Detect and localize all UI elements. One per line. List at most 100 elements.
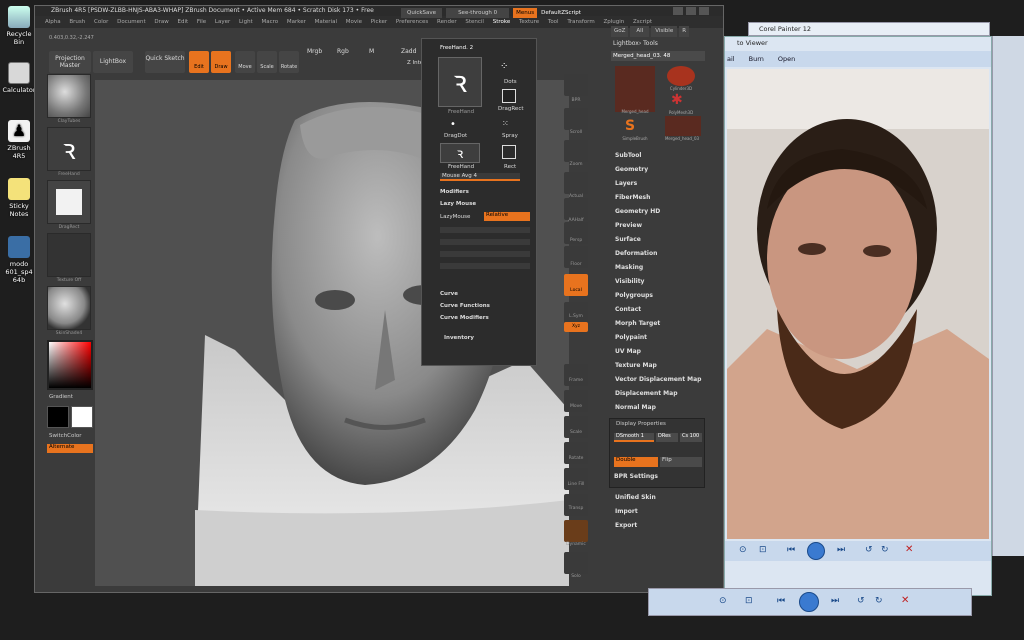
dragrect-stroke-icon[interactable]	[502, 89, 516, 103]
scroll-button[interactable]	[564, 108, 588, 130]
menu-item[interactable]: Color	[94, 19, 108, 25]
menu-item[interactable]: Zplugin	[603, 19, 624, 25]
m-button[interactable]: M	[369, 48, 374, 55]
quick-sketch-button[interactable]: Quick Sketch	[145, 51, 185, 73]
minimize-button[interactable]	[673, 7, 683, 15]
desktop-icon-zbrush[interactable]: ♟ ZBrush 4R5	[2, 120, 36, 160]
menu-item[interactable]: Stroke	[493, 19, 511, 25]
freehand-stroke-thumb[interactable]: ꝛ	[438, 57, 482, 107]
menu-item[interactable]: Marker	[287, 19, 306, 25]
projection-master-button[interactable]: Projection Master	[49, 51, 91, 73]
desktop-icon-sticky-notes[interactable]: Sticky Notes	[2, 178, 36, 218]
tool-section-subtool[interactable]: SubTool	[615, 152, 641, 159]
curve-modifiers-section[interactable]: Curve Modifiers	[440, 315, 489, 321]
delete-icon[interactable]: ✕	[901, 595, 909, 606]
menu-item[interactable]: Render	[437, 19, 457, 25]
dynamic-button[interactable]	[564, 520, 588, 542]
main-color-swatch[interactable]	[47, 406, 69, 428]
tool-section-geometry[interactable]: Geometry	[615, 166, 648, 173]
menu-item[interactable]: Preferences	[396, 19, 428, 25]
double-toggle[interactable]: Double	[614, 457, 658, 467]
draw-button[interactable]: Draw	[211, 51, 231, 73]
tool-section-geometry-hd[interactable]: Geometry HD	[615, 208, 660, 215]
tool-section-displacement-map[interactable]: Displacement Map	[615, 390, 678, 397]
transp-button[interactable]	[564, 494, 588, 516]
tool-thumb-merged-head-03[interactable]	[665, 116, 701, 136]
dots-stroke-icon[interactable]: ⁘	[500, 61, 520, 77]
edit-button[interactable]: Edit	[189, 51, 209, 73]
tool-section-layers[interactable]: Layers	[615, 180, 637, 187]
quicksave-button[interactable]: QuickSave	[401, 8, 443, 18]
bpr-button[interactable]	[564, 74, 588, 96]
alpha-slot[interactable]	[47, 180, 91, 224]
tool-section-visibility[interactable]: Visibility	[615, 278, 644, 285]
menu-item[interactable]: Alpha	[45, 19, 61, 25]
material-slot[interactable]	[47, 74, 91, 118]
dragdot-stroke-icon[interactable]: •	[450, 119, 462, 131]
rotate-ccw-icon[interactable]: ↺	[865, 545, 873, 555]
desktop-icon-calculator[interactable]: Calculator	[2, 62, 36, 94]
tool-section-export[interactable]: Export	[615, 522, 637, 529]
tool-section-uv-map[interactable]: UV Map	[615, 348, 641, 355]
switch-color-button[interactable]: SwitchColor	[49, 433, 82, 439]
menu-item[interactable]: Stencil	[465, 19, 484, 25]
dsmooth-slider[interactable]: DSmooth 1	[614, 433, 654, 442]
csize-slider[interactable]: Cs 100	[680, 433, 702, 442]
rect-stroke-icon[interactable]	[502, 145, 516, 159]
menu-item[interactable]: Zscript	[633, 19, 652, 25]
brush-slot[interactable]: ꝛ	[47, 127, 91, 171]
menu-item[interactable]: Macro	[261, 19, 278, 25]
rotate-cw-icon[interactable]: ↻	[881, 545, 889, 555]
menu-item[interactable]: Material	[315, 19, 337, 25]
previous-icon[interactable]: ⏮	[787, 545, 795, 555]
tool-section-texture-map[interactable]: Texture Map	[615, 362, 657, 369]
lsym-button[interactable]	[564, 302, 588, 324]
menu-item[interactable]: Document	[117, 19, 146, 25]
previous-icon[interactable]: ⏮	[777, 596, 785, 606]
zoom-button[interactable]	[564, 140, 588, 162]
tool-section-normal-map[interactable]: Normal Map	[615, 404, 656, 411]
tool-section-deformation[interactable]: Deformation	[615, 250, 657, 257]
zoom-icon[interactable]: ⊙	[719, 596, 727, 606]
menu-item[interactable]: Picker	[371, 19, 387, 25]
inventory-section[interactable]: Inventory	[444, 335, 474, 341]
menu-item[interactable]: Texture	[519, 19, 539, 25]
next-icon[interactable]: ⏭	[837, 545, 845, 555]
desktop-icon-modo[interactable]: modo 601_sp4 64b	[2, 236, 36, 284]
tool-section-unified-skin[interactable]: Unified Skin	[615, 494, 656, 501]
close-button[interactable]	[699, 7, 709, 15]
modifiers-section[interactable]: Modifiers	[440, 189, 469, 195]
freehand-stroke-small[interactable]: ꝛ	[440, 143, 480, 163]
tool-section-polygroups[interactable]: Polygroups	[615, 292, 653, 299]
solo-button[interactable]	[564, 552, 588, 574]
tool-section-morph-target[interactable]: Morph Target	[615, 320, 660, 327]
rotate-cw-icon[interactable]: ↻	[875, 596, 883, 606]
curve-section[interactable]: Curve	[440, 291, 458, 297]
default-zscript-button[interactable]: DefaultZScript	[541, 8, 581, 18]
color-picker[interactable]	[47, 340, 93, 390]
menus-toggle[interactable]: Menus	[513, 8, 538, 18]
rotate-button[interactable]: Rotate	[279, 51, 299, 73]
menu-item[interactable]: File	[197, 19, 206, 25]
display-properties-header[interactable]: Display Properties	[610, 419, 704, 429]
mrgb-button[interactable]: Mrgb	[307, 48, 322, 55]
menu-item[interactable]: Transform	[567, 19, 594, 25]
zadd-button[interactable]: Zadd	[401, 48, 416, 55]
menu-item[interactable]: Draw	[154, 19, 168, 25]
see-through-slider[interactable]: See-through 0	[446, 8, 510, 18]
all-button[interactable]: All	[630, 26, 650, 37]
polymesh-star-icon[interactable]: ✱	[671, 92, 683, 108]
curve-functions-section[interactable]: Curve Functions	[440, 303, 490, 309]
lazymouse-toggle[interactable]: LazyMouse	[440, 214, 470, 220]
photo-viewer-menu-item[interactable]: ail	[727, 51, 735, 67]
rotate-ccw-icon[interactable]: ↺	[857, 596, 865, 606]
simplebrush-icon[interactable]: S	[625, 118, 635, 134]
rgb-button[interactable]: Rgb	[337, 48, 349, 55]
lazy-mouse-section[interactable]: Lazy Mouse	[440, 201, 476, 207]
delete-icon[interactable]: ✕	[905, 544, 913, 555]
alternate-button[interactable]: Alternate	[47, 444, 93, 453]
visible-button[interactable]: Visible	[651, 26, 678, 37]
menu-item[interactable]: Tool	[548, 19, 559, 25]
secondary-color-swatch[interactable]	[71, 406, 93, 428]
tool-section-polypaint[interactable]: Polypaint	[615, 334, 647, 341]
